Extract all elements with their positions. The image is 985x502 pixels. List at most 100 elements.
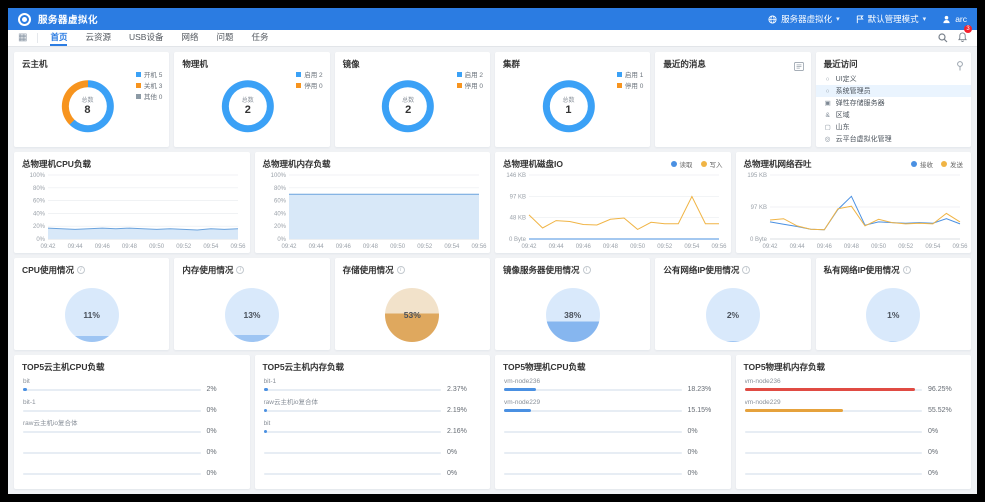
main-nav: ▦ 首页 云资源 USB设备 网络 问题 任务 3 xyxy=(8,30,977,47)
total-label: 总数 xyxy=(562,95,574,104)
pin-icon[interactable] xyxy=(956,58,964,76)
top5-item: 0% xyxy=(745,418,963,439)
liquid-gauge: 53% xyxy=(385,288,439,342)
card-images: 镜像 启用 2停用 0 总数 2 xyxy=(335,52,490,147)
info-icon[interactable]: i xyxy=(77,266,85,274)
search-icon[interactable] xyxy=(938,33,948,43)
nav-tab-2[interactable]: 云资源 xyxy=(85,30,111,46)
user-menu[interactable]: arc xyxy=(942,14,967,24)
legend-dot xyxy=(941,161,947,167)
donut-legend: 启用 1停用 0 xyxy=(617,69,643,90)
series-legend-item[interactable]: 发送 xyxy=(941,159,963,169)
bar-track xyxy=(23,452,201,454)
view-switcher[interactable]: 默认管理模式 ▾ xyxy=(856,13,927,25)
top5-item: vm-node23696.25% xyxy=(745,376,963,397)
nav-tab-1[interactable]: 首页 xyxy=(50,30,67,46)
svg-text:09:46: 09:46 xyxy=(335,244,351,250)
chart-network-throughput: 总物理机网络吞吐 接收发送 0 Byte97 KB195 KB09:4209:4… xyxy=(736,152,972,253)
recent-item[interactable]: ▢山东 xyxy=(816,121,971,133)
legend-item: 启用 1 xyxy=(617,69,643,79)
notification-badge: 3 xyxy=(964,25,972,33)
svg-text:09:54: 09:54 xyxy=(444,244,460,250)
bar-fill xyxy=(745,409,844,412)
card-title: 云主机 xyxy=(14,52,169,70)
gauge-title: 私有网络IP使用情况 xyxy=(824,264,900,276)
chart-disk-io: 总物理机磁盘IO 读取写入 0 Byte48 KB97 KB146 KB09:4… xyxy=(495,152,731,253)
legend-item: 启用 2 xyxy=(457,69,483,79)
svg-text:09:42: 09:42 xyxy=(521,244,537,250)
bar-track xyxy=(504,389,682,391)
top5-item: raw云主机io复合体2.19% xyxy=(264,397,482,418)
top5-item: 0% xyxy=(745,460,963,481)
recent-item[interactable]: ○UI定义 xyxy=(816,73,971,85)
info-icon[interactable]: i xyxy=(583,266,591,274)
recent-item[interactable]: ◎云平台虚拟化管理 xyxy=(816,133,971,145)
gauge-public-ip-usage: 公有网络IP使用情况i 2% xyxy=(655,258,810,350)
series-legend-item[interactable]: 写入 xyxy=(701,159,723,169)
top5-item-bar: 2.19% xyxy=(264,407,482,414)
top5-item: 0% xyxy=(264,460,482,481)
legend-swatch xyxy=(296,83,301,88)
top5-item-name: bit xyxy=(264,419,482,428)
donut-chart: 总数 8 xyxy=(61,80,113,132)
top5-row: TOP5云主机CPU负载 bit2%bit-10%raw云主机io复合体0%0%… xyxy=(14,355,971,489)
chart-cpu-load: 总物理机CPU负载 0%20%40%60%80%100%09:4209:4409… xyxy=(14,152,250,253)
bar-fill xyxy=(264,430,268,433)
link-icon: & xyxy=(824,112,832,119)
card-title: 物理机 xyxy=(174,52,329,70)
manage-icon: ◎ xyxy=(824,135,832,143)
info-icon[interactable]: i xyxy=(397,266,405,274)
chart-plot-area: 0 Byte97 KB195 KB09:4209:4409:4609:4809:… xyxy=(742,171,966,250)
total-label: 总数 xyxy=(81,95,93,104)
gauge-title: 内存使用情况 xyxy=(182,264,233,276)
top5-item-bar: 0% xyxy=(23,407,241,414)
nav-tab-6[interactable]: 任务 xyxy=(252,30,269,46)
donut-center: 总数 8 xyxy=(68,87,106,125)
top5-item-bar: 15.15% xyxy=(504,407,722,414)
legend-label: 停用 0 xyxy=(304,80,322,90)
card-physical-hosts: 物理机 启用 2停用 0 总数 2 xyxy=(174,52,329,147)
nav-tab-3[interactable]: USB设备 xyxy=(129,30,163,46)
top5-item: bit-12.37% xyxy=(264,376,482,397)
nav-tab-4[interactable]: 网络 xyxy=(181,30,198,46)
svg-text:40%: 40% xyxy=(33,211,46,217)
top5-item: 0% xyxy=(504,418,722,439)
top5-item-bar: 0% xyxy=(504,428,722,435)
notifications[interactable]: 3 xyxy=(958,29,967,47)
top5-item-value: 0% xyxy=(928,470,962,477)
info-icon[interactable]: i xyxy=(903,266,911,274)
info-icon[interactable]: i xyxy=(742,266,750,274)
donut-chart: 总数 2 xyxy=(382,80,434,132)
svg-text:100%: 100% xyxy=(30,173,46,179)
top5-item-value: 0% xyxy=(207,407,241,414)
top5-item-name: bit-1 xyxy=(23,398,241,407)
env-switcher[interactable]: 服务器虚拟化 ▾ xyxy=(768,13,840,25)
gauge-private-ip-usage: 私有网络IP使用情况i 1% xyxy=(816,258,971,350)
top5-item-name xyxy=(745,461,963,470)
recent-item[interactable]: &区域 xyxy=(816,109,971,121)
apps-grid-icon[interactable]: ▦ xyxy=(18,33,38,43)
recent-item[interactable]: ▣弹性存储服务器 xyxy=(816,97,971,109)
recent-item[interactable]: ○系统管理员 xyxy=(816,85,971,97)
recent-item-label: UI定义 xyxy=(836,74,857,84)
svg-text:09:56: 09:56 xyxy=(711,244,727,250)
bar-track xyxy=(745,473,923,475)
bar-fill xyxy=(23,388,27,391)
legend-label: 开机 5 xyxy=(144,69,162,79)
card-clusters: 集群 启用 1停用 0 总数 1 xyxy=(495,52,650,147)
legend-label: 其他 0 xyxy=(144,91,162,101)
legend-swatch xyxy=(617,83,622,88)
chart-legend: 读取写入 xyxy=(671,159,723,169)
chevron-down-icon: ▾ xyxy=(923,15,927,23)
top5-item-bar: 96.25% xyxy=(745,386,963,393)
message-list-icon[interactable] xyxy=(794,58,804,76)
bar-fill xyxy=(504,409,531,412)
series-legend-item[interactable]: 读取 xyxy=(671,159,693,169)
top5-item-bar: 0% xyxy=(745,470,963,477)
nav-tab-5[interactable]: 问题 xyxy=(216,30,233,46)
bar-track xyxy=(504,431,682,433)
series-legend-item[interactable]: 接收 xyxy=(911,159,933,169)
info-icon[interactable]: i xyxy=(236,266,244,274)
recent-visits-panel: 最近访问 ○UI定义○系统管理员▣弹性存储服务器&区域▢山东◎云平台虚拟化管理 xyxy=(816,52,971,147)
donut-center: 总数 2 xyxy=(389,87,427,125)
